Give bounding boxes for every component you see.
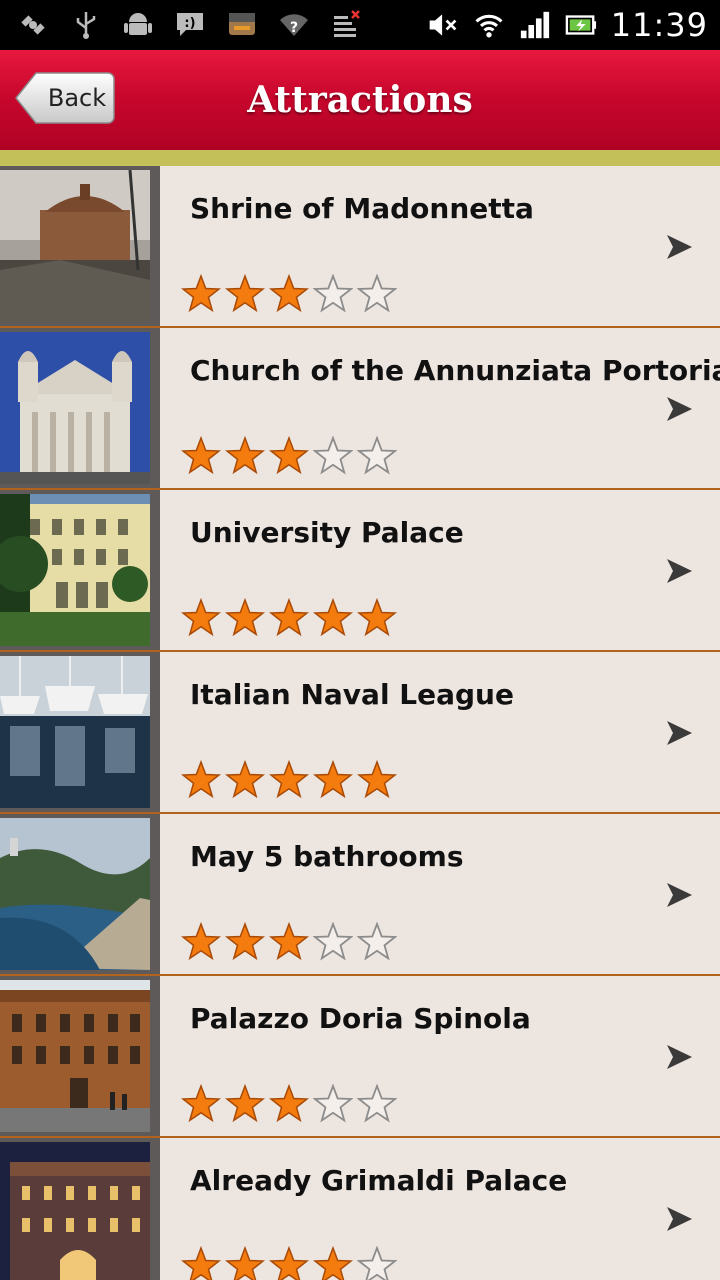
list-item[interactable]: Italian Naval League (0, 652, 720, 814)
list-item[interactable]: Already Grimaldi Palace (0, 1138, 720, 1280)
chevron-right-icon[interactable] (664, 1204, 694, 1234)
attraction-name: Shrine of Madonnetta (190, 192, 534, 225)
thumbnail-frame (0, 166, 160, 326)
star-filled-icon (269, 436, 309, 475)
chevron-right-icon[interactable] (664, 394, 694, 424)
attraction-name: May 5 bathrooms (190, 840, 464, 873)
rating-stars (181, 436, 397, 476)
thumbnail-image (0, 980, 150, 1132)
star-filled-icon (225, 274, 265, 313)
satellite-icon (18, 8, 50, 40)
rating-stars (181, 274, 397, 314)
signal-icon (519, 9, 551, 41)
list-item[interactable]: University Palace (0, 490, 720, 652)
chevron-right-icon[interactable] (664, 556, 694, 586)
star-filled-icon (225, 760, 265, 799)
thumbnail-frame (0, 976, 160, 1136)
star-filled-icon (181, 1084, 221, 1123)
svg-text::): :) (184, 16, 195, 31)
star-filled-icon (269, 1246, 309, 1280)
header-bar: Attractions Back (0, 50, 720, 150)
star-filled-icon (313, 598, 353, 637)
star-filled-icon (357, 760, 397, 799)
list-item[interactable]: Palazzo Doria Spinola (0, 976, 720, 1138)
attractions-list[interactable]: Shrine of Madonnetta Church of the Annun… (0, 166, 720, 1280)
star-filled-icon (313, 760, 353, 799)
star-filled-icon (225, 1246, 265, 1280)
star-filled-icon (313, 1246, 353, 1280)
wifi-question-icon: ? (278, 8, 310, 40)
battery-icon (565, 9, 597, 41)
thumbnail-frame (0, 328, 160, 488)
star-filled-icon (269, 922, 309, 961)
thumbnail-frame (0, 814, 160, 974)
star-filled-icon (269, 598, 309, 637)
wifi-icon (473, 9, 505, 41)
star-empty-icon (357, 922, 397, 961)
star-filled-icon (181, 760, 221, 799)
star-filled-icon (225, 436, 265, 475)
message-icon: :) (174, 8, 206, 40)
usb-icon (70, 8, 102, 40)
data-off-icon (330, 8, 362, 40)
thumbnail-image (0, 818, 150, 970)
svg-text:?: ? (290, 20, 298, 36)
star-filled-icon (269, 274, 309, 313)
star-filled-icon (269, 1084, 309, 1123)
attraction-name: Palazzo Doria Spinola (190, 1002, 531, 1035)
thumbnail-image (0, 1142, 150, 1280)
thumbnail-frame (0, 490, 160, 650)
thumbnail-frame (0, 1138, 160, 1280)
status-bar: :) ? 11:39 (0, 0, 720, 50)
clock: 11:39 (610, 6, 708, 44)
mute-icon (427, 9, 459, 41)
list-item[interactable]: May 5 bathrooms (0, 814, 720, 976)
rating-stars (181, 922, 397, 962)
rating-stars (181, 1084, 397, 1124)
chevron-right-icon[interactable] (664, 718, 694, 748)
star-empty-icon (357, 1246, 397, 1280)
amazon-icon (226, 8, 258, 40)
list-item[interactable]: Church of the Annunziata Portoria (0, 328, 720, 490)
star-filled-icon (181, 1246, 221, 1280)
star-filled-icon (357, 598, 397, 637)
back-button-label: Back (47, 84, 107, 112)
chevron-right-icon[interactable] (664, 232, 694, 262)
attraction-name: Italian Naval League (190, 678, 514, 711)
attraction-name: Church of the Annunziata Portoria (190, 354, 720, 387)
thumbnail-image (0, 656, 150, 808)
chevron-right-icon[interactable] (664, 1042, 694, 1072)
thumbnail-image (0, 170, 150, 322)
star-filled-icon (225, 598, 265, 637)
rating-stars (181, 760, 397, 800)
header-accent-strip (0, 150, 720, 166)
thumbnail-frame (0, 652, 160, 812)
star-filled-icon (269, 760, 309, 799)
star-filled-icon (181, 598, 221, 637)
thumbnail-image (0, 494, 150, 646)
star-filled-icon (225, 922, 265, 961)
thumbnail-image (0, 332, 150, 484)
star-empty-icon (357, 1084, 397, 1123)
star-empty-icon (357, 436, 397, 475)
attraction-name: Already Grimaldi Palace (190, 1164, 568, 1197)
star-empty-icon (313, 922, 353, 961)
rating-stars (181, 1246, 397, 1280)
back-button[interactable]: Back (14, 71, 116, 125)
star-empty-icon (313, 436, 353, 475)
star-filled-icon (225, 1084, 265, 1123)
rating-stars (181, 598, 397, 638)
star-filled-icon (181, 922, 221, 961)
chevron-right-icon[interactable] (664, 880, 694, 910)
star-empty-icon (357, 274, 397, 313)
list-item[interactable]: Shrine of Madonnetta (0, 166, 720, 328)
star-empty-icon (313, 1084, 353, 1123)
star-filled-icon (181, 274, 221, 313)
star-filled-icon (181, 436, 221, 475)
star-empty-icon (313, 274, 353, 313)
attraction-name: University Palace (190, 516, 464, 549)
android-icon (122, 8, 154, 40)
